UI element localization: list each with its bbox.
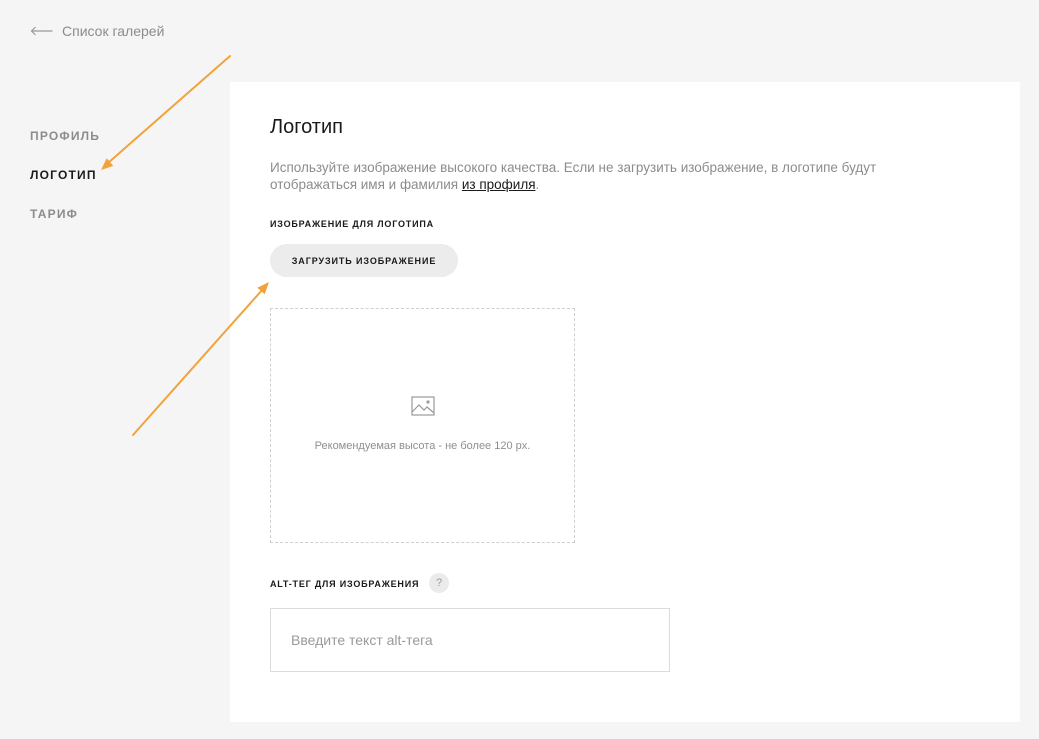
sidebar-item-profile[interactable]: ПРОФИЛЬ [30, 129, 100, 143]
sidebar-nav: ПРОФИЛЬ ЛОГОТИП ТАРИФ [30, 129, 100, 246]
alt-tag-input[interactable] [270, 608, 670, 672]
sidebar-item-tariff[interactable]: ТАРИФ [30, 207, 100, 221]
description-end: . [535, 177, 540, 192]
image-dropzone[interactable]: Рекомендуемая высота - не более 120 px. [270, 308, 575, 543]
logo-image-label: ИЗОБРАЖЕНИЕ ДЛЯ ЛОГОТИПА [270, 219, 434, 229]
profile-link[interactable]: из профиля [462, 177, 536, 192]
sidebar-item-logo[interactable]: ЛОГОТИП [30, 168, 100, 182]
back-link-label: Список галерей [62, 23, 165, 39]
back-to-galleries-link[interactable]: Список галерей [30, 22, 164, 40]
arrow-left-icon [30, 26, 53, 36]
page-title: Логотип [270, 116, 343, 138]
logo-settings-panel: Логотип Используйте изображение высокого… [230, 82, 1020, 722]
image-icon [411, 396, 435, 416]
description-line-2-text: отображаться имя и фамилия [270, 177, 462, 192]
annotation-arrow-icon [101, 55, 231, 170]
description: Используйте изображение высокого качеств… [270, 159, 876, 193]
description-line-2: отображаться имя и фамилия из профиля. [270, 176, 876, 193]
help-icon[interactable]: ? [429, 573, 449, 593]
alt-tag-label: ALT-ТЕГ ДЛЯ ИЗОБРАЖЕНИЯ [270, 579, 420, 589]
dropzone-hint: Рекомендуемая высота - не более 120 px. [314, 440, 531, 452]
upload-image-button[interactable]: ЗАГРУЗИТЬ ИЗОБРАЖЕНИЕ [270, 244, 458, 277]
description-line-1: Используйте изображение высокого качеств… [270, 160, 877, 175]
